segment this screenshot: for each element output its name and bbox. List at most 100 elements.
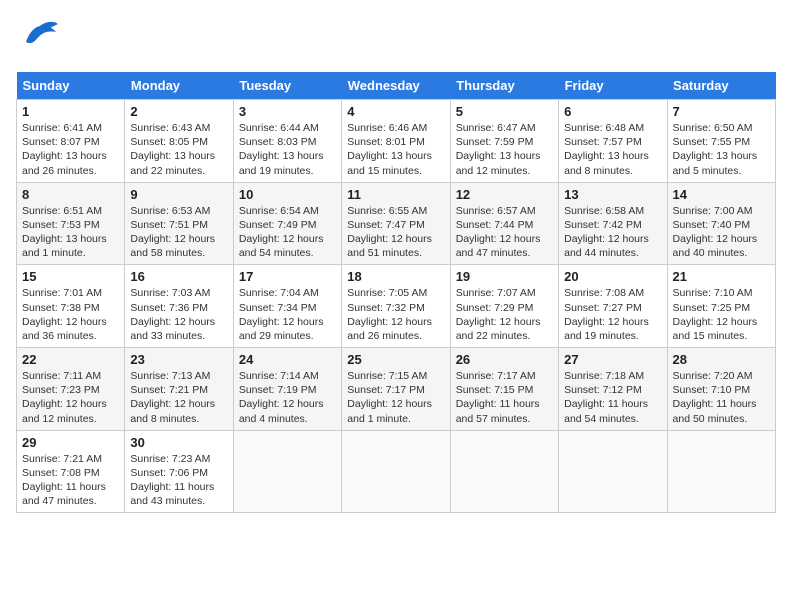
day-cell: 19 Sunrise: 7:07 AMSunset: 7:29 PMDayligh… [450, 265, 558, 348]
day-info: Sunrise: 6:55 AMSunset: 7:47 PMDaylight:… [347, 204, 444, 261]
day-info: Sunrise: 7:17 AMSunset: 7:15 PMDaylight:… [456, 369, 553, 426]
day-info: Sunrise: 6:53 AMSunset: 7:51 PMDaylight:… [130, 204, 227, 261]
day-cell: 24 Sunrise: 7:14 AMSunset: 7:19 PMDayligh… [233, 348, 341, 431]
day-number: 4 [347, 104, 444, 119]
day-number: 26 [456, 352, 553, 367]
day-cell: 28Sunrise: 7:20 AMSunset: 7:10 PMDayligh… [667, 348, 775, 431]
day-number: 22 [22, 352, 119, 367]
logo-icon [16, 16, 60, 60]
day-cell: 17Sunrise: 7:04 AMSunset: 7:34 PMDayligh… [233, 265, 341, 348]
day-info: Sunrise: 6:57 AMSunset: 7:44 PMDaylight:… [456, 204, 553, 261]
day-number: 17 [239, 269, 336, 284]
day-info: Sunrise: 7:23 AMSunset: 7:06 PMDaylight:… [130, 452, 227, 509]
day-info: Sunrise: 7:08 AMSunset: 7:27 PMDaylight:… [564, 286, 661, 343]
day-number: 10 [239, 187, 336, 202]
day-info: Sunrise: 7:20 AMSunset: 7:10 PMDaylight:… [673, 369, 770, 426]
day-cell: 3 Sunrise: 6:44 AMSunset: 8:03 PMDaylight… [233, 100, 341, 183]
day-number: 12 [456, 187, 553, 202]
day-cell: 15 Sunrise: 7:01 AMSunset: 7:38 PMDayligh… [17, 265, 125, 348]
day-cell: 8 Sunrise: 6:51 AMSunset: 7:53 PMDaylight… [17, 182, 125, 265]
day-cell [342, 430, 450, 513]
day-cell: 4 Sunrise: 6:46 AMSunset: 8:01 PMDaylight… [342, 100, 450, 183]
week-row-1: 1Sunrise: 6:41 AMSunset: 8:07 PMDaylight… [17, 100, 776, 183]
day-cell: 5Sunrise: 6:47 AMSunset: 7:59 PMDaylight… [450, 100, 558, 183]
day-number: 9 [130, 187, 227, 202]
day-number: 21 [673, 269, 770, 284]
day-cell: 18Sunrise: 7:05 AMSunset: 7:32 PMDayligh… [342, 265, 450, 348]
week-row-2: 8 Sunrise: 6:51 AMSunset: 7:53 PMDaylight… [17, 182, 776, 265]
day-cell: 13 Sunrise: 6:58 AMSunset: 7:42 PMDayligh… [559, 182, 667, 265]
day-number: 29 [22, 435, 119, 450]
day-cell: 22 Sunrise: 7:11 AMSunset: 7:23 PMDayligh… [17, 348, 125, 431]
day-info: Sunrise: 7:07 AMSunset: 7:29 PMDaylight:… [456, 286, 553, 343]
day-cell: 27 Sunrise: 7:18 AMSunset: 7:12 PMDayligh… [559, 348, 667, 431]
day-cell: 30 Sunrise: 7:23 AMSunset: 7:06 PMDayligh… [125, 430, 233, 513]
logo [16, 16, 64, 60]
day-cell [667, 430, 775, 513]
day-cell: 11 Sunrise: 6:55 AMSunset: 7:47 PMDayligh… [342, 182, 450, 265]
day-info: Sunrise: 7:11 AMSunset: 7:23 PMDaylight:… [22, 369, 119, 426]
day-cell: 6Sunrise: 6:48 AMSunset: 7:57 PMDaylight… [559, 100, 667, 183]
day-number: 19 [456, 269, 553, 284]
col-header-wednesday: Wednesday [342, 72, 450, 100]
week-row-4: 22 Sunrise: 7:11 AMSunset: 7:23 PMDayligh… [17, 348, 776, 431]
day-cell: 16 Sunrise: 7:03 AMSunset: 7:36 PMDayligh… [125, 265, 233, 348]
day-cell: 20 Sunrise: 7:08 AMSunset: 7:27 PMDayligh… [559, 265, 667, 348]
day-number: 15 [22, 269, 119, 284]
col-header-sunday: Sunday [17, 72, 125, 100]
day-number: 3 [239, 104, 336, 119]
day-cell: 14 Sunrise: 7:00 AMSunset: 7:40 PMDayligh… [667, 182, 775, 265]
col-header-tuesday: Tuesday [233, 72, 341, 100]
day-number: 14 [673, 187, 770, 202]
day-number: 20 [564, 269, 661, 284]
day-cell: 7Sunrise: 6:50 AMSunset: 7:55 PMDaylight… [667, 100, 775, 183]
day-cell: 10 Sunrise: 6:54 AMSunset: 7:49 PMDayligh… [233, 182, 341, 265]
day-info: Sunrise: 7:21 AMSunset: 7:08 PMDaylight:… [22, 452, 119, 509]
day-info: Sunrise: 6:43 AMSunset: 8:05 PMDaylight:… [130, 121, 227, 178]
day-info: Sunrise: 6:54 AMSunset: 7:49 PMDaylight:… [239, 204, 336, 261]
day-info: Sunrise: 7:18 AMSunset: 7:12 PMDaylight:… [564, 369, 661, 426]
day-number: 30 [130, 435, 227, 450]
day-info: Sunrise: 7:03 AMSunset: 7:36 PMDaylight:… [130, 286, 227, 343]
day-cell: 9 Sunrise: 6:53 AMSunset: 7:51 PMDaylight… [125, 182, 233, 265]
day-info: Sunrise: 6:48 AMSunset: 7:57 PMDaylight:… [564, 121, 661, 178]
day-info: Sunrise: 6:51 AMSunset: 7:53 PMDaylight:… [22, 204, 119, 261]
day-info: Sunrise: 7:15 AMSunset: 7:17 PMDaylight:… [347, 369, 444, 426]
day-info: Sunrise: 7:01 AMSunset: 7:38 PMDaylight:… [22, 286, 119, 343]
day-cell: 21 Sunrise: 7:10 AMSunset: 7:25 PMDayligh… [667, 265, 775, 348]
col-header-saturday: Saturday [667, 72, 775, 100]
day-cell [559, 430, 667, 513]
day-info: Sunrise: 6:50 AMSunset: 7:55 PMDaylight:… [673, 121, 770, 178]
page-header [16, 16, 776, 60]
col-header-thursday: Thursday [450, 72, 558, 100]
day-info: Sunrise: 7:05 AMSunset: 7:32 PMDaylight:… [347, 286, 444, 343]
day-cell [233, 430, 341, 513]
col-header-friday: Friday [559, 72, 667, 100]
day-info: Sunrise: 6:46 AMSunset: 8:01 PMDaylight:… [347, 121, 444, 178]
day-number: 16 [130, 269, 227, 284]
day-number: 5 [456, 104, 553, 119]
calendar-header-row: SundayMondayTuesdayWednesdayThursdayFrid… [17, 72, 776, 100]
day-number: 11 [347, 187, 444, 202]
day-number: 13 [564, 187, 661, 202]
day-info: Sunrise: 6:44 AMSunset: 8:03 PMDaylight:… [239, 121, 336, 178]
day-info: Sunrise: 6:58 AMSunset: 7:42 PMDaylight:… [564, 204, 661, 261]
day-number: 2 [130, 104, 227, 119]
day-number: 25 [347, 352, 444, 367]
week-row-3: 15 Sunrise: 7:01 AMSunset: 7:38 PMDayligh… [17, 265, 776, 348]
day-cell: 12 Sunrise: 6:57 AMSunset: 7:44 PMDayligh… [450, 182, 558, 265]
col-header-monday: Monday [125, 72, 233, 100]
day-cell: 23Sunrise: 7:13 AMSunset: 7:21 PMDayligh… [125, 348, 233, 431]
day-cell: 1Sunrise: 6:41 AMSunset: 8:07 PMDaylight… [17, 100, 125, 183]
day-cell: 2 Sunrise: 6:43 AMSunset: 8:05 PMDaylight… [125, 100, 233, 183]
week-row-5: 29 Sunrise: 7:21 AMSunset: 7:08 PMDayligh… [17, 430, 776, 513]
day-info: Sunrise: 7:10 AMSunset: 7:25 PMDaylight:… [673, 286, 770, 343]
day-number: 23 [130, 352, 227, 367]
day-info: Sunrise: 7:14 AMSunset: 7:19 PMDaylight:… [239, 369, 336, 426]
day-number: 8 [22, 187, 119, 202]
day-number: 24 [239, 352, 336, 367]
day-cell: 26 Sunrise: 7:17 AMSunset: 7:15 PMDayligh… [450, 348, 558, 431]
day-cell: 25 Sunrise: 7:15 AMSunset: 7:17 PMDayligh… [342, 348, 450, 431]
day-number: 27 [564, 352, 661, 367]
day-info: Sunrise: 7:00 AMSunset: 7:40 PMDaylight:… [673, 204, 770, 261]
